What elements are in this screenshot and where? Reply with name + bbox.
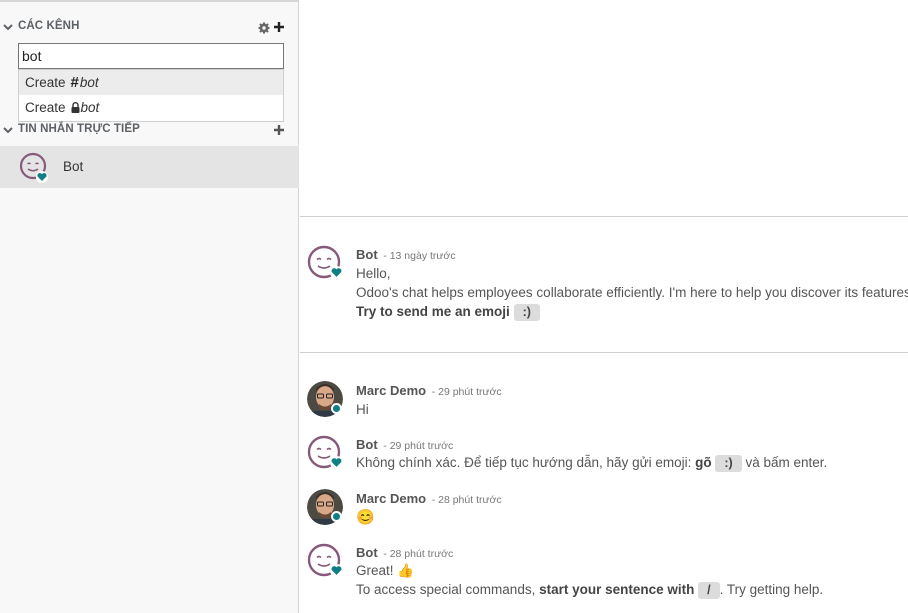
message-text: Odoo's chat helps employees collaborate …: [356, 285, 908, 300]
direct-messages-title: TIN NHẮN TRỰC TIẾP: [18, 123, 140, 135]
message-header: Bot - 13 ngày trước: [356, 247, 456, 262]
lock-icon: [71, 102, 80, 113]
keyboard-hint: :): [513, 304, 540, 321]
keyboard-hint: :): [715, 455, 742, 472]
message-text: Try to send me an emoji :): [356, 304, 540, 321]
avatar[interactable]: [307, 489, 343, 525]
keyboard-hint: /: [698, 582, 720, 599]
hash-icon: #: [70, 74, 79, 91]
avatar: [19, 152, 49, 183]
message-text-part: . Try getting help.: [719, 582, 824, 597]
message-author[interactable]: Bot: [356, 437, 378, 452]
message-author[interactable]: Bot: [356, 545, 378, 560]
message-date: - 13 ngày trước: [383, 250, 456, 262]
message-text-part: và bấm enter.: [741, 455, 828, 470]
message-author[interactable]: Bot: [356, 247, 378, 262]
online-status-icon: [331, 511, 342, 522]
option-prefix: Create: [25, 100, 66, 115]
message-text-part: Great!: [356, 563, 394, 578]
sidebar-top-divider: [0, 0, 299, 2]
heart-status-icon: [330, 564, 343, 577]
message-divider: [300, 216, 908, 217]
avatar[interactable]: [307, 435, 343, 471]
avatar[interactable]: [307, 381, 343, 417]
message-date: - 28 phút trước: [383, 548, 454, 560]
gear-icon[interactable]: [258, 22, 270, 34]
message-bold-text: gõ: [695, 455, 712, 470]
message-text-part: To access special commands,: [356, 582, 540, 597]
message-date: - 29 phút trước: [431, 386, 502, 398]
heart-status-icon: [330, 456, 343, 469]
message: Bot - 13 ngày trước Hello, Odoo's chat h…: [300, 245, 908, 327]
message-divider: [300, 352, 908, 353]
emoji-message: 😊: [356, 509, 375, 526]
message-text: Không chính xác. Để tiếp tục hướng dẫn, …: [356, 455, 827, 472]
message-author[interactable]: Marc Demo: [356, 491, 426, 506]
heart-status-icon: [330, 266, 343, 279]
message: Bot - 29 phút trước Không chính xác. Để …: [300, 435, 908, 477]
option-channel-name: bot: [80, 100, 100, 115]
message-bold-text: start your sentence with: [539, 582, 695, 597]
message-date: - 29 phút trước: [383, 440, 454, 452]
message-bold-text: Try to send me an emoji: [356, 304, 510, 319]
channel-search-input[interactable]: [18, 43, 284, 69]
chevron-down-icon[interactable]: [3, 125, 13, 135]
channels-title: CÁC KÊNH: [18, 20, 80, 32]
direct-message-name: Bot: [63, 159, 84, 174]
message-header: Marc Demo - 28 phút trước: [356, 491, 502, 506]
message-text: Great! 👍: [356, 563, 414, 579]
add-channel-icon[interactable]: [273, 21, 285, 33]
chevron-down-icon[interactable]: [3, 22, 13, 32]
create-public-channel-option[interactable]: Create # bot: [19, 70, 283, 95]
message-header: Bot - 29 phút trước: [356, 437, 453, 452]
direct-message-item-bot[interactable]: Bot: [0, 146, 299, 188]
channel-create-dropdown: Create # bot Create bot: [18, 69, 284, 122]
message-header: Marc Demo - 29 phút trước: [356, 383, 502, 398]
create-private-channel-option[interactable]: Create bot: [19, 95, 283, 120]
message-text: Hi: [356, 402, 369, 417]
direct-messages-header[interactable]: TIN NHẮN TRỰC TIẾP: [0, 122, 299, 142]
message-text-part: Không chính xác. Để tiếp tục hướng dẫn, …: [356, 455, 696, 470]
option-prefix: Create: [25, 75, 66, 90]
message-date: - 28 phút trước: [431, 494, 502, 506]
add-direct-message-icon[interactable]: [273, 124, 285, 136]
message-text: Hello,: [356, 266, 391, 281]
sidebar: CÁC KÊNH Create # bot Create: [0, 0, 299, 613]
avatar[interactable]: [307, 245, 343, 281]
avatar[interactable]: [307, 543, 343, 579]
message-author[interactable]: Marc Demo: [356, 383, 426, 398]
chat-thread: Bot - 13 ngày trước Hello, Odoo's chat h…: [300, 0, 908, 613]
message: Marc Demo - 28 phút trước 😊: [300, 489, 908, 531]
message: Marc Demo - 29 phút trước Hi: [300, 381, 908, 423]
channels-header[interactable]: CÁC KÊNH: [0, 19, 299, 39]
message-text: To access special commands, start your s…: [356, 582, 823, 599]
option-channel-name: bot: [79, 75, 99, 90]
online-status-icon: [331, 403, 342, 414]
heart-status-icon: [36, 171, 48, 183]
message: Bot - 28 phút trước Great! 👍 To access s…: [300, 543, 908, 605]
message-header: Bot - 28 phút trước: [356, 545, 453, 560]
thumbs-up-emoji: 👍: [397, 563, 415, 578]
